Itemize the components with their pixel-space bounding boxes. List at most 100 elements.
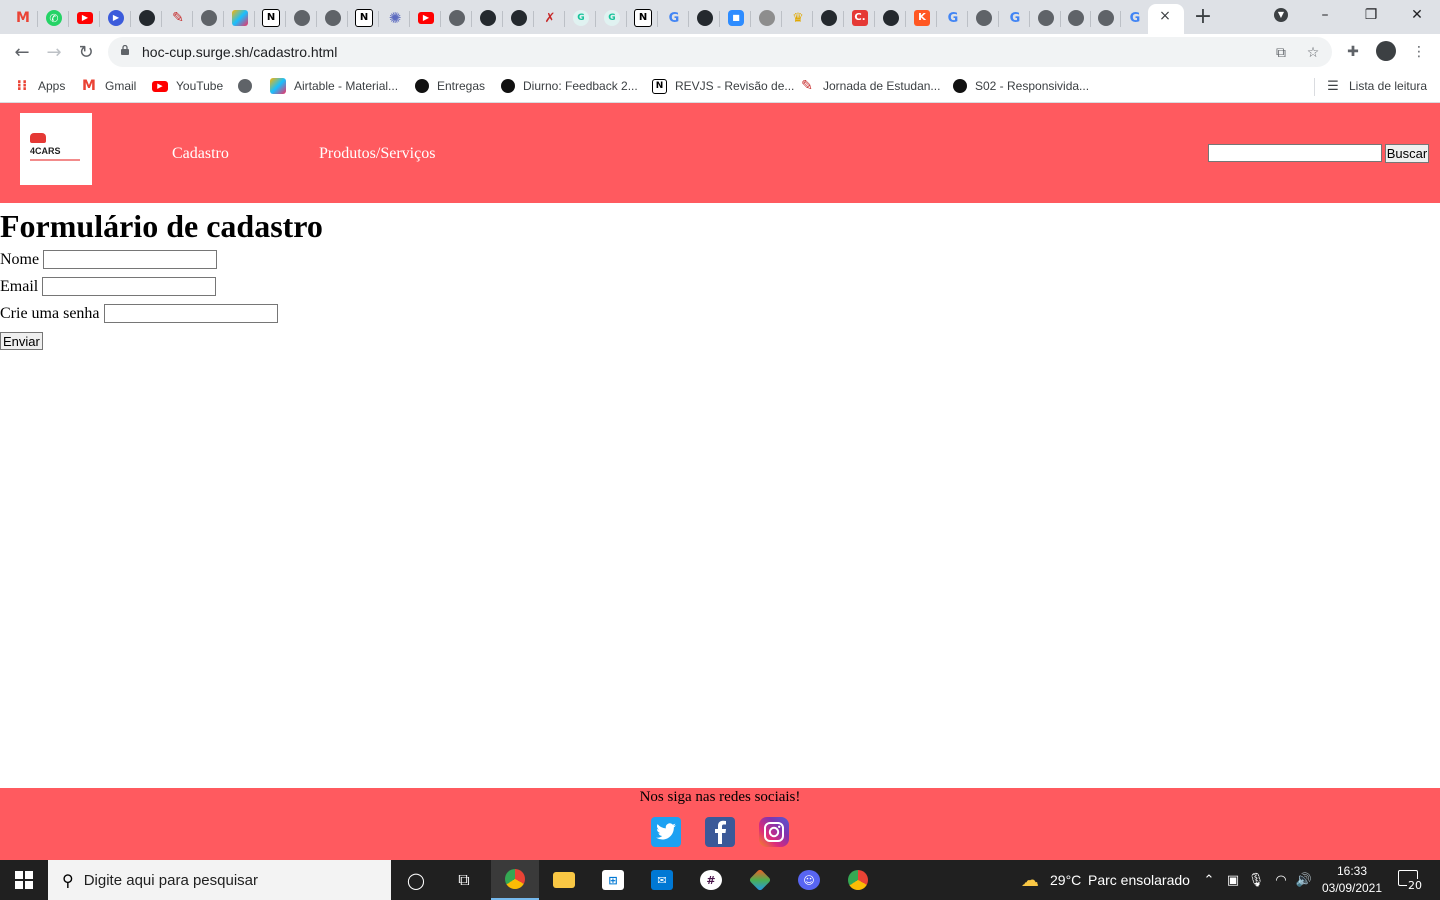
tab-globe-5[interactable] xyxy=(970,4,999,32)
bookmark-apps[interactable]: ⁝⁝ Apps xyxy=(14,76,66,96)
nav-link-produtos[interactable]: Produtos/Serviços xyxy=(319,145,435,163)
tab-globe-6[interactable] xyxy=(1032,4,1061,32)
bookmark-jornada[interactable]: ✎ Jornada de Estudan... xyxy=(799,76,940,96)
chevron-up-icon[interactable]: ⌃ xyxy=(1198,860,1220,900)
tab-zoom[interactable]: ■ xyxy=(722,4,751,32)
bookmark-s02[interactable]: S02 - Responsivida... xyxy=(953,76,1089,96)
tab-globe-2[interactable] xyxy=(288,4,317,32)
weather-desc[interactable]: Parc ensolarado xyxy=(1088,860,1190,900)
facebook-icon[interactable] xyxy=(705,817,735,847)
tab-whatsapp[interactable]: ✆ xyxy=(40,4,69,32)
volume-icon[interactable]: 🔊 xyxy=(1293,860,1315,900)
bookmark-diurno[interactable]: Diurno: Feedback 2... xyxy=(501,76,638,96)
tab-google-3[interactable]: G xyxy=(1001,4,1030,32)
tab-pencil[interactable]: ✎ xyxy=(164,4,193,32)
tab-youtube-3[interactable]: ▶ xyxy=(412,4,441,32)
back-arrow-icon[interactable]: ← xyxy=(10,40,34,64)
tab-notion-2[interactable]: N xyxy=(350,4,379,32)
tab-trophy[interactable]: ♛ xyxy=(784,4,813,32)
profile-avatar[interactable] xyxy=(1376,41,1396,61)
bookmark-gmail[interactable]: M Gmail xyxy=(81,76,136,96)
file-explorer-icon[interactable] xyxy=(540,860,588,900)
site-logo[interactable]: 4CARS xyxy=(20,113,92,185)
tab-google-2[interactable]: G xyxy=(939,4,968,32)
tab-shield[interactable] xyxy=(753,4,782,32)
chrome-taskbar-icon-2[interactable] xyxy=(834,860,882,900)
taskbar-search[interactable]: ⚲ Digite aqui para pesquisar xyxy=(48,860,391,900)
bookmark-star-icon[interactable]: ☆ xyxy=(1304,44,1322,62)
discord-icon[interactable]: ☺ xyxy=(785,860,833,900)
tab-globe-3[interactable] xyxy=(319,4,348,32)
logo-text: 4CARS xyxy=(30,146,61,156)
tab-globe-4[interactable] xyxy=(443,4,472,32)
tab-gear[interactable]: ✺ xyxy=(381,4,410,32)
google-icon: G xyxy=(947,10,959,26)
tab-c[interactable]: C. xyxy=(846,4,875,32)
email-input[interactable] xyxy=(42,277,217,296)
cortana-icon[interactable]: ◯ xyxy=(392,860,440,900)
search-button[interactable]: Buscar xyxy=(1385,144,1429,163)
tab-notion[interactable]: N xyxy=(257,4,286,32)
close-icon[interactable]: × xyxy=(1157,8,1173,24)
weather-icon[interactable]: ☁ xyxy=(1018,860,1042,900)
submit-button[interactable]: Enviar xyxy=(0,332,43,350)
tab-tool[interactable]: ✗ xyxy=(536,4,565,32)
minimize-button[interactable]: – xyxy=(1302,0,1348,30)
tab-globe[interactable] xyxy=(195,4,224,32)
tab-youtube[interactable]: ▶ xyxy=(71,4,100,32)
wifi-icon[interactable]: ◠ xyxy=(1270,860,1292,900)
site-search-input[interactable] xyxy=(1208,144,1382,162)
bookmark-globe[interactable] xyxy=(238,76,260,96)
kite-icon[interactable] xyxy=(736,860,784,900)
forward-arrow-icon[interactable]: → xyxy=(42,40,66,64)
tab-github-5[interactable] xyxy=(815,4,844,32)
c-app-icon: C. xyxy=(852,10,868,26)
bookmark-airtable[interactable]: Airtable - Material... xyxy=(270,76,398,96)
tab-globe-7[interactable] xyxy=(1062,4,1091,32)
microphone-icon[interactable]: 🎙 xyxy=(1245,860,1267,900)
tab-github-3[interactable] xyxy=(505,4,534,32)
menu-kebab-icon[interactable]: ⋮ xyxy=(1410,43,1428,61)
instagram-icon[interactable] xyxy=(759,817,789,847)
tab-grammarly-2[interactable]: G xyxy=(598,4,627,32)
tab-youtube-2[interactable]: ▶ xyxy=(102,4,131,32)
bookmark-youtube[interactable]: ▶ YouTube xyxy=(152,76,223,96)
tab-globe-8[interactable] xyxy=(1092,4,1121,32)
tab-github-6[interactable] xyxy=(877,4,906,32)
notification-center-icon[interactable]: 20 xyxy=(1396,868,1423,892)
taskbar-clock[interactable]: 16:33 03/09/2021 xyxy=(1316,863,1388,897)
new-tab-button[interactable]: + xyxy=(1193,4,1213,29)
tab-notion-3[interactable]: N xyxy=(629,4,658,32)
tab-k[interactable]: K xyxy=(908,4,937,32)
bookmark-revjs[interactable]: N REVJS - Revisão de... xyxy=(652,76,794,96)
bookmark-entregas[interactable]: Entregas xyxy=(415,76,485,96)
tab-grammarly[interactable]: G xyxy=(567,4,596,32)
nome-input[interactable] xyxy=(43,250,218,269)
meet-now-icon[interactable]: ▣ xyxy=(1222,860,1244,900)
nav-link-cadastro[interactable]: Cadastro xyxy=(172,145,229,163)
close-window-button[interactable]: ✕ xyxy=(1394,0,1440,30)
slack-icon[interactable]: # xyxy=(687,860,735,900)
tab-airtable[interactable] xyxy=(226,4,255,32)
extensions-puzzle-icon[interactable]: ✚ xyxy=(1344,43,1362,61)
windows-start-button[interactable] xyxy=(0,860,48,900)
tab-github-2[interactable] xyxy=(474,4,503,32)
address-bar[interactable]: hoc-cup.surge.sh/cadastro.html ⧉ ☆ xyxy=(108,37,1332,67)
reload-icon[interactable]: ↻ xyxy=(74,40,98,64)
tab-github-4[interactable] xyxy=(691,4,720,32)
tab-google[interactable]: G xyxy=(660,4,689,32)
senha-input[interactable] xyxy=(103,304,278,323)
twitter-icon[interactable] xyxy=(651,817,681,847)
tab-github[interactable] xyxy=(133,4,162,32)
tab-gmail[interactable]: M xyxy=(9,4,38,32)
weather-temp[interactable]: 29°C xyxy=(1050,860,1081,900)
chrome-taskbar-icon[interactable] xyxy=(491,860,539,900)
restore-button[interactable]: ❐ xyxy=(1348,0,1394,30)
store-icon[interactable]: ⊞ xyxy=(589,860,637,900)
task-view-icon[interactable]: ⧉ xyxy=(440,860,488,900)
tab-search-icon[interactable]: ▼ xyxy=(1258,0,1304,30)
mail-icon[interactable]: ✉ xyxy=(638,860,686,900)
translate-icon[interactable]: ⧉ xyxy=(1272,44,1290,62)
reading-list[interactable]: ☰ Lista de leitura xyxy=(1325,76,1427,96)
tab-google-4[interactable]: G xyxy=(1121,4,1149,32)
